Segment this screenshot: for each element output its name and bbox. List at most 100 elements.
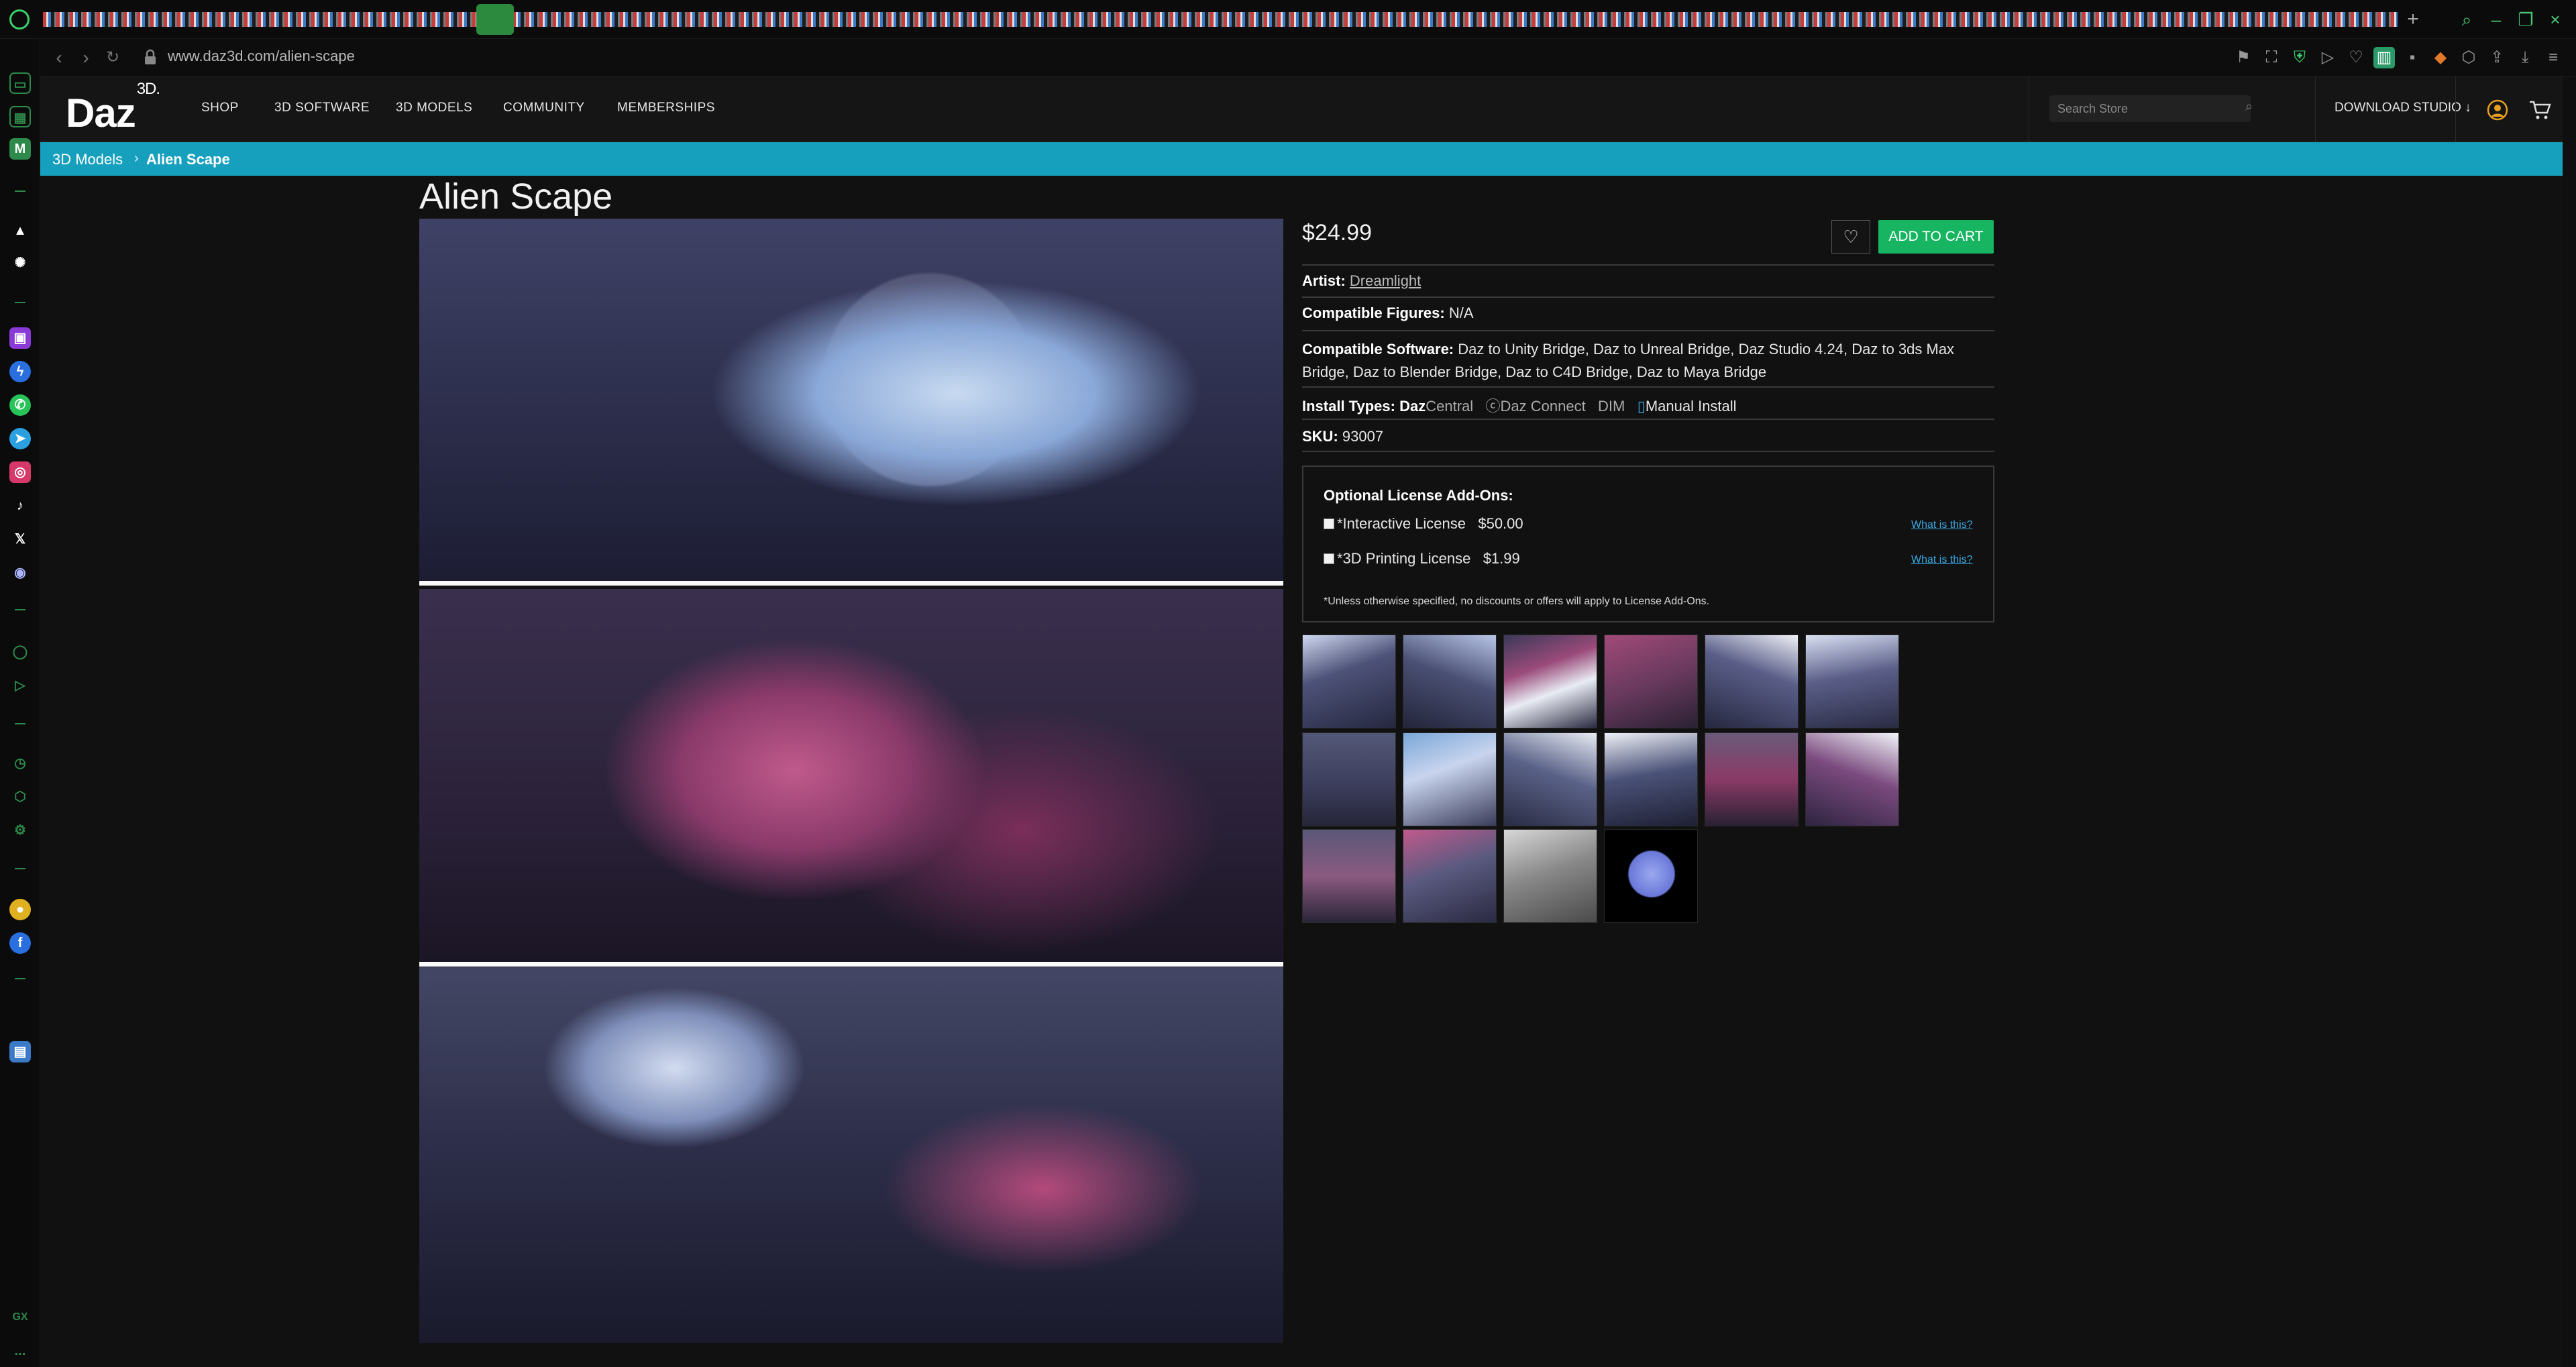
m-icon[interactable]: M bbox=[9, 138, 31, 160]
artist-link[interactable]: Dreamlight bbox=[1350, 272, 1421, 289]
thumbnail[interactable] bbox=[1805, 732, 1899, 826]
app-icon[interactable]: ▤ bbox=[9, 1041, 31, 1062]
search-icon[interactable]: ⌕ bbox=[2245, 99, 2253, 115]
interactive-license-option[interactable]: *Interactive License $50.00 bbox=[1324, 515, 1523, 533]
search-container: ⌕ bbox=[2029, 76, 2316, 142]
app-icon[interactable]: ▥ bbox=[2373, 47, 2395, 68]
chat-icon[interactable]: ● bbox=[9, 899, 31, 920]
gx-label[interactable]: GX bbox=[9, 1307, 31, 1328]
figures-value: N/A bbox=[1448, 305, 1474, 321]
extensions-icon[interactable]: ⬡ bbox=[9, 786, 31, 808]
thumbnail[interactable] bbox=[1403, 829, 1497, 923]
vpn-icon[interactable]: ▪ bbox=[2402, 47, 2423, 68]
more-icon[interactable]: ... bbox=[9, 1340, 31, 1362]
screenshot-icon[interactable]: ⛶ bbox=[2261, 47, 2282, 68]
user-icon[interactable] bbox=[2487, 99, 2508, 121]
manual-install-label: ▯Manual Install bbox=[1637, 398, 1737, 415]
tab-list[interactable] bbox=[43, 12, 2398, 27]
nav-memberships[interactable]: MEMBERSHIPS bbox=[617, 101, 715, 115]
daz-site: Daz3D. SHOP 3D SOFTWARE 3D MODELS COMMUN… bbox=[40, 76, 2563, 1367]
a-icon[interactable]: ▲ bbox=[9, 220, 31, 241]
product-image-2[interactable] bbox=[419, 589, 1283, 969]
thumbnail[interactable] bbox=[1503, 635, 1597, 728]
bookmark-icon[interactable]: ⚑ bbox=[2233, 47, 2254, 68]
what-is-this-link[interactable]: What is this? bbox=[1911, 519, 1973, 531]
thumbnail[interactable] bbox=[1302, 635, 1396, 728]
cart-icon[interactable] bbox=[2528, 99, 2551, 121]
thumbnail[interactable] bbox=[1705, 635, 1799, 728]
wishlist-button[interactable]: ♡ bbox=[1831, 220, 1870, 254]
shield-icon[interactable]: ⛨ bbox=[2289, 47, 2310, 68]
printing-license-option[interactable]: *3D Printing License $1.99 bbox=[1324, 550, 1520, 567]
product-price: $24.99 bbox=[1302, 220, 1372, 245]
image-divider bbox=[419, 581, 1283, 586]
reload-icon[interactable]: ↻ bbox=[101, 46, 125, 70]
pad-icon[interactable]: ▦ bbox=[9, 106, 31, 127]
product-image-1[interactable] bbox=[419, 219, 1283, 581]
download-icon[interactable]: ⤓ bbox=[2514, 47, 2536, 68]
active-tab[interactable] bbox=[476, 4, 514, 35]
browser-sidebar: ▭ ▦ M ▲ ✺ ▣ ϟ ✆ ➤ ◎ ♪ 𝕏 ◉ ◯ ▷ ◷ ⬡ ⚙ ● f … bbox=[0, 39, 40, 1367]
breadcrumb-3d-models[interactable]: 3D Models bbox=[52, 151, 123, 168]
thumbnail[interactable] bbox=[1403, 635, 1497, 728]
discord-icon[interactable]: ◉ bbox=[9, 562, 31, 584]
what-is-this-link[interactable]: What is this? bbox=[1911, 554, 1973, 566]
printing-license-checkbox[interactable] bbox=[1324, 553, 1334, 564]
share-icon[interactable]: ⇪ bbox=[2486, 47, 2508, 68]
mail-icon[interactable]: ▭ bbox=[9, 72, 31, 94]
x-icon[interactable]: 𝕏 bbox=[9, 529, 31, 550]
maximize-icon[interactable]: ❐ bbox=[2514, 8, 2537, 31]
nav-3d-software[interactable]: 3D SOFTWARE bbox=[274, 101, 370, 115]
product-image-3[interactable] bbox=[419, 967, 1283, 1343]
nav-shop[interactable]: SHOP bbox=[201, 101, 239, 115]
thumbnail[interactable] bbox=[1604, 635, 1698, 728]
daz-logo[interactable]: Daz3D. bbox=[66, 80, 160, 136]
thumbnail[interactable] bbox=[1805, 635, 1899, 728]
image-divider bbox=[419, 962, 1283, 967]
messenger-icon[interactable]: ϟ bbox=[9, 361, 31, 382]
url-field[interactable]: www.daz3d.com/alien-scape bbox=[168, 48, 355, 65]
new-tab-button[interactable]: + bbox=[2403, 9, 2423, 30]
clock-icon[interactable]: ◷ bbox=[9, 753, 31, 774]
twitch-icon[interactable]: ▣ bbox=[9, 327, 31, 349]
player-icon[interactable]: ◯ bbox=[9, 641, 31, 663]
opera-logo-icon[interactable] bbox=[9, 9, 30, 30]
thumbnail[interactable] bbox=[1604, 732, 1698, 826]
play-icon[interactable]: ▷ bbox=[2317, 47, 2339, 68]
close-icon[interactable]: × bbox=[2544, 8, 2567, 31]
thumbnail[interactable] bbox=[1705, 732, 1799, 826]
settings-icon[interactable]: ⚙ bbox=[9, 820, 31, 841]
thumbnail[interactable] bbox=[1503, 829, 1597, 923]
thumbnail[interactable] bbox=[1604, 829, 1698, 923]
file-icon: ▯ bbox=[1637, 398, 1646, 415]
menu-icon[interactable]: ≡ bbox=[2542, 47, 2564, 68]
heart-icon[interactable]: ♡ bbox=[2345, 47, 2367, 68]
add-to-cart-button[interactable]: ADD TO CART bbox=[1878, 220, 1994, 254]
forward-icon[interactable]: › bbox=[74, 46, 98, 70]
back-icon[interactable]: ‹ bbox=[47, 46, 71, 70]
thumbnail[interactable] bbox=[1403, 732, 1497, 826]
account-area bbox=[2455, 76, 2563, 142]
search-tabs-icon[interactable]: ⌕ bbox=[2455, 8, 2478, 31]
tab-strip: + ⌕ – ❐ × bbox=[0, 0, 2576, 39]
artist-row: Artist: Dreamlight bbox=[1302, 264, 1994, 294]
interactive-license-checkbox[interactable] bbox=[1324, 518, 1334, 529]
facebook-icon[interactable]: f bbox=[9, 932, 31, 954]
search-input[interactable] bbox=[2049, 95, 2251, 122]
instagram-icon[interactable]: ◎ bbox=[9, 461, 31, 483]
puzzle-icon[interactable]: ⬡ bbox=[2458, 47, 2479, 68]
thumbnail[interactable] bbox=[1302, 829, 1396, 923]
box-icon[interactable]: ◆ bbox=[2430, 47, 2451, 68]
minimize-icon[interactable]: – bbox=[2485, 8, 2508, 31]
whatsapp-icon[interactable]: ✆ bbox=[9, 394, 31, 416]
download-studio-button[interactable]: DOWNLOAD STUDIO ↓ bbox=[2334, 101, 2471, 115]
tiktok-icon[interactable]: ♪ bbox=[9, 495, 31, 516]
thumbnail[interactable] bbox=[1503, 732, 1597, 826]
send-icon[interactable]: ▷ bbox=[9, 675, 31, 696]
nav-community[interactable]: COMMUNITY bbox=[503, 101, 585, 115]
nav-3d-models[interactable]: 3D MODELS bbox=[396, 101, 472, 115]
telegram-icon[interactable]: ➤ bbox=[9, 428, 31, 449]
product-title: Alien Scape bbox=[419, 176, 613, 217]
ai-icon[interactable]: ✺ bbox=[9, 252, 31, 274]
thumbnail[interactable] bbox=[1302, 732, 1396, 826]
